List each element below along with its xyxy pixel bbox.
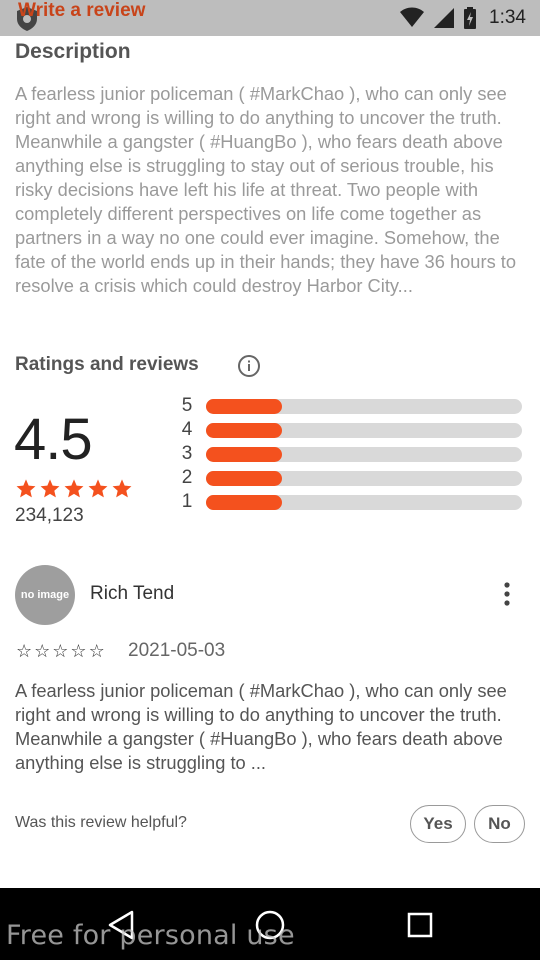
rating-bar-row: 4 (178, 418, 524, 442)
info-icon[interactable] (237, 354, 261, 378)
rating-bar-track (206, 423, 522, 438)
rating-bar-track (206, 471, 522, 486)
rating-bar-row: 3 (178, 442, 524, 466)
more-vert-icon[interactable] (495, 580, 519, 610)
average-rating: 4.5 (14, 407, 93, 472)
rating-bar-fill (206, 423, 282, 438)
star-outline-icon: ☆ (88, 641, 105, 662)
average-stars (15, 478, 133, 500)
rating-bar-track (206, 447, 522, 462)
yes-button[interactable]: Yes (410, 805, 466, 843)
rating-bar-track (206, 399, 522, 414)
recent-square-icon[interactable] (403, 908, 437, 942)
rating-bar-label: 3 (181, 443, 193, 464)
no-button[interactable]: No (474, 805, 525, 843)
rating-bar-row: 1 (178, 490, 524, 514)
rating-distribution: 5 4 3 2 1 (178, 394, 524, 514)
star-filled-icon (112, 479, 132, 498)
rating-bar-row: 2 (178, 466, 524, 490)
star-outline-icon: ☆ (16, 641, 33, 662)
rating-bar-label: 1 (181, 491, 193, 512)
star-outline-icon: ☆ (70, 641, 87, 662)
avatar: no image (15, 565, 75, 625)
star-outline-icon: ☆ (52, 641, 69, 662)
rating-count: 234,123 (15, 505, 84, 526)
cell-signal-icon (434, 8, 455, 28)
helpful-question: Was this review helpful? (15, 814, 187, 831)
star-filled-icon (88, 479, 108, 498)
rating-bar-fill (206, 447, 282, 462)
system-icons: 1:34 (399, 6, 526, 30)
rating-bar-fill (206, 495, 282, 510)
write-review-title[interactable]: Write a review (18, 0, 145, 22)
rating-bar-label: 5 (181, 395, 193, 416)
rating-bar-track (206, 495, 522, 510)
rating-bar-row: 5 (178, 394, 524, 418)
review-stars: ☆ ☆ ☆ ☆ ☆ (16, 642, 105, 662)
reviewer-name: Rich Tend (90, 583, 175, 604)
ratings-title: Ratings and reviews (15, 354, 199, 375)
status-bar: Write a review 1:34 (0, 0, 540, 36)
star-filled-icon (16, 479, 36, 498)
wifi-icon (400, 7, 425, 27)
rating-bar-label: 2 (181, 467, 193, 488)
review-text[interactable]: A fearless junior policeman ( #MarkChao … (15, 679, 530, 775)
star-outline-icon: ☆ (34, 641, 51, 662)
description-text[interactable]: A fearless junior policeman ( #MarkChao … (15, 82, 530, 298)
star-filled-icon (40, 479, 60, 498)
review-date: 2021-05-03 (128, 640, 226, 661)
star-filled-icon (64, 479, 84, 498)
watermark: Free for personal use (6, 920, 295, 951)
description-title: Description (15, 40, 131, 63)
battery-icon (464, 7, 477, 29)
rating-bar-fill (206, 399, 282, 414)
rating-bar-fill (206, 471, 282, 486)
clock: 1:34 (489, 7, 526, 28)
rating-bar-label: 4 (181, 419, 193, 440)
